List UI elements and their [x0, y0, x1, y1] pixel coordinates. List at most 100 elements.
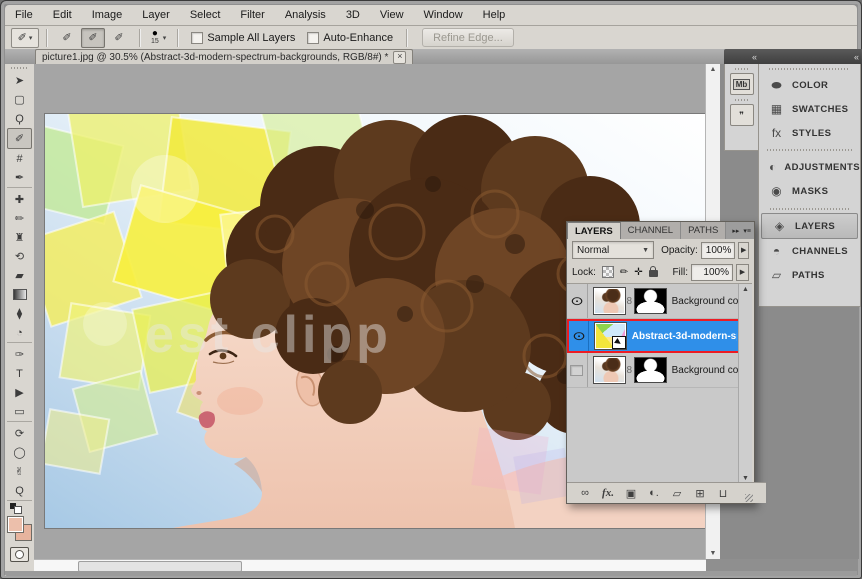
new-layer-button[interactable]: ⊞ — [694, 487, 706, 500]
sample-all-layers-checkbox[interactable]: Sample All Layers — [191, 32, 295, 44]
document-tab[interactable]: picture1.jpg @ 30.5% (Abstract-3d-modern… — [35, 49, 413, 65]
menu-item[interactable]: Window — [414, 5, 473, 25]
layer-row-background-copy-hidden[interactable]: 8 Background co... — [567, 353, 752, 388]
layer-mask-thumbnail[interactable] — [634, 288, 667, 314]
layer-row-abstract-selected[interactable]: ⊙ Abstract-3d-modern-sp... — [567, 319, 752, 353]
resize-grip[interactable] — [745, 494, 753, 502]
menu-item[interactable]: Image — [82, 5, 133, 25]
add-layer-mask-button[interactable]: ▣ — [625, 487, 637, 500]
layer-name[interactable]: Background co... — [672, 296, 739, 307]
delete-layer-button[interactable]: ⊔ — [717, 487, 729, 500]
panel-menu-icon[interactable]: ▾≡ — [743, 227, 751, 235]
add-to-selection-button[interactable]: ✐ — [81, 28, 105, 48]
visibility-cell[interactable]: ⊙ — [569, 321, 589, 351]
paths-tab[interactable]: PATHS — [681, 222, 726, 239]
lock-transparency-icon[interactable] — [602, 266, 614, 278]
fill-slider-icon[interactable]: ▶ — [736, 264, 749, 281]
quick-mask-button[interactable] — [10, 547, 29, 562]
menu-item[interactable]: Filter — [230, 5, 274, 25]
menu-item[interactable]: File — [5, 5, 43, 25]
refine-edge-button[interactable]: Refine Edge... — [422, 28, 514, 47]
blur-tool[interactable]: ⧫ — [5, 304, 34, 323]
masks-panel-button[interactable]: ◉ MASKS — [759, 179, 860, 203]
channels-panel-button[interactable]: ◓ CHANNELS — [759, 239, 860, 263]
visibility-cell[interactable] — [567, 353, 588, 387]
shape-tool[interactable]: ▭ — [5, 402, 34, 421]
swatches-panel-button[interactable]: ▦ SWATCHES — [759, 97, 860, 121]
layer-row-background-copy-top[interactable]: ⊙ 8 Background co... — [567, 284, 752, 319]
channels-tab[interactable]: CHANNEL — [621, 222, 681, 239]
path-selection-tool[interactable]: ▶ — [5, 383, 34, 402]
default-colors-icon[interactable] — [10, 503, 22, 513]
menu-item[interactable]: Edit — [43, 5, 82, 25]
layers-tab[interactable]: LAYERS — [567, 222, 621, 239]
foreground-color-swatch[interactable] — [7, 516, 24, 533]
scroll-down-icon[interactable]: ▼ — [706, 550, 720, 557]
dodge-tool[interactable]: ◔ — [5, 323, 34, 342]
current-tool-button[interactable]: ✐ ▾ — [11, 28, 39, 48]
layer-thumbnail[interactable] — [593, 287, 626, 315]
layer-name[interactable]: Abstract-3d-modern-sp... — [632, 331, 737, 342]
layer-style-button[interactable]: fx. — [602, 487, 614, 499]
collapse-panel-icon[interactable]: ▸▸ — [732, 227, 739, 235]
eraser-tool[interactable]: ▰ — [5, 266, 34, 285]
pen-tool[interactable]: ✑ — [5, 345, 34, 364]
mini-bridge-button[interactable]: Mb — [730, 73, 754, 95]
type-tool[interactable]: T — [5, 364, 34, 383]
zoom-tool[interactable]: Q — [5, 481, 34, 500]
panel-gripper[interactable] — [769, 68, 850, 70]
scroll-down-icon[interactable]: ▼ — [739, 475, 752, 482]
lock-position-icon[interactable]: ✛ — [634, 267, 642, 278]
visibility-cell[interactable]: ⊙ — [567, 284, 588, 318]
lock-paint-icon[interactable]: ✏ — [620, 267, 628, 278]
new-group-button[interactable]: ▱ — [671, 487, 683, 500]
opacity-field[interactable]: 100% — [701, 242, 736, 259]
new-selection-button[interactable]: ✐ — [55, 28, 79, 48]
new-adjustment-layer-button[interactable]: ◐. — [648, 487, 660, 499]
history-brush-tool[interactable]: ⟲ — [5, 247, 34, 266]
layers-scrollbar[interactable]: ▲ ▼ — [738, 284, 752, 484]
fill-field[interactable]: 100% — [691, 264, 733, 281]
styles-panel-button[interactable]: fx STYLES — [759, 121, 860, 145]
menu-item[interactable]: View — [370, 5, 414, 25]
layer-comps-button[interactable]: ❞ — [730, 104, 754, 126]
clone-stamp-tool[interactable]: ♜ — [5, 228, 34, 247]
layer-name[interactable]: Background co... — [672, 365, 739, 376]
adjustments-panel-button[interactable]: ◐ ADJUSTMENTS — [759, 155, 860, 179]
blend-mode-select[interactable]: Normal ▼ — [572, 241, 654, 259]
auto-enhance-checkbox[interactable]: Auto-Enhance — [307, 32, 393, 44]
menu-item[interactable]: 3D — [336, 5, 370, 25]
scroll-up-icon[interactable]: ▲ — [739, 286, 752, 293]
eyedropper-tool[interactable]: ✒ — [5, 168, 34, 187]
checkbox-box[interactable] — [191, 32, 203, 44]
crop-tool[interactable]: # — [5, 149, 34, 168]
color-panel-button[interactable]: ⬬ COLOR — [759, 73, 860, 97]
layer-mask-thumbnail[interactable] — [634, 357, 667, 383]
paths-panel-button[interactable]: ▱ PATHS — [759, 263, 860, 287]
panel-gripper[interactable] — [735, 68, 748, 70]
panel-gripper[interactable] — [11, 67, 28, 69]
close-icon[interactable]: × — [393, 51, 406, 64]
layer-thumbnail[interactable] — [594, 322, 626, 350]
scroll-up-icon[interactable]: ▲ — [706, 66, 720, 73]
brush-size-picker[interactable]: ●15 ▾ — [151, 30, 166, 46]
menu-item[interactable]: Select — [180, 5, 231, 25]
move-tool[interactable]: ➤ — [5, 71, 34, 90]
menu-item[interactable]: Layer — [132, 5, 180, 25]
orbit-3d-tool[interactable]: ◯ — [5, 443, 34, 462]
menu-item[interactable]: Analysis — [275, 5, 336, 25]
lock-all-icon[interactable] — [649, 270, 658, 277]
hand-tool[interactable]: ✌ — [5, 462, 34, 481]
rotate-3d-tool[interactable]: ⟳ — [5, 424, 34, 443]
collapse-panels-icon[interactable]: « — [854, 52, 859, 62]
menu-item[interactable]: Help — [473, 5, 516, 25]
gradient-tool[interactable] — [5, 285, 34, 304]
panel-gripper[interactable] — [735, 99, 748, 101]
checkbox-box[interactable] — [307, 32, 319, 44]
link-layers-button[interactable]: ∞ — [579, 487, 591, 499]
lasso-tool[interactable]: Ϙ — [5, 109, 34, 128]
marquee-tool[interactable]: ▢ — [5, 90, 34, 109]
layers-panel-button[interactable]: ◈ LAYERS — [761, 213, 858, 239]
subtract-from-selection-button[interactable]: ✐ — [107, 28, 131, 48]
collapse-panels-icon[interactable]: « — [752, 52, 757, 62]
